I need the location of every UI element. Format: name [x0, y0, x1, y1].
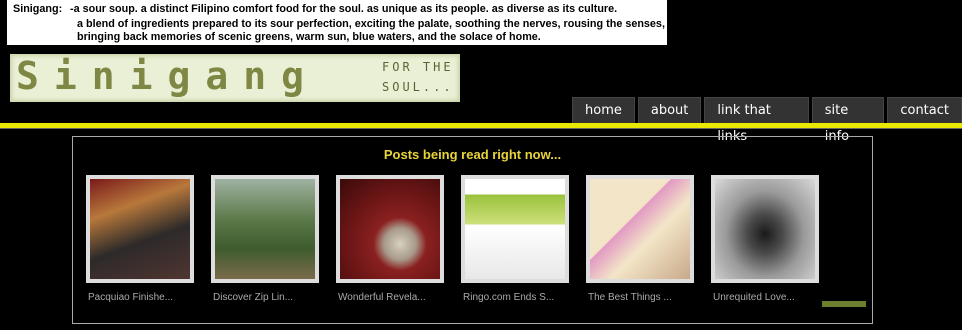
post-title-4[interactable]: Ringo.com Ends S...: [463, 292, 583, 303]
post-thumbnail-6[interactable]: [711, 175, 819, 283]
post-title-1[interactable]: Pacquiao Finishe...: [88, 292, 208, 303]
zipline-photo: [215, 179, 315, 279]
definition-line-2: a blend of ingredients prepared to its s…: [77, 18, 665, 30]
boxer-photo: [90, 179, 190, 279]
nav-home[interactable]: home: [572, 97, 635, 123]
cd-photo: [340, 179, 440, 279]
definition-line-1: -a sour soup. a distinct Filipino comfor…: [70, 3, 618, 15]
post-title-3[interactable]: Wonderful Revela...: [338, 292, 458, 303]
post-title-2[interactable]: Discover Zip Lin...: [213, 292, 333, 303]
logo-subtitle: FOR THE SOUL...: [382, 60, 454, 94]
definition-line-3: bringing back memories of scenic greens,…: [77, 31, 541, 43]
nav-site-info[interactable]: site info: [811, 97, 885, 144]
nav-contact[interactable]: contact: [887, 97, 962, 123]
post-thumbnail-5[interactable]: [586, 175, 694, 283]
site-logo[interactable]: Sinigang FOR THE SOUL...: [10, 54, 460, 102]
post-title-6[interactable]: Unrequited Love...: [713, 292, 833, 303]
website-screenshot: [465, 179, 565, 279]
divider-shadow: [0, 128, 962, 129]
filipina-illustration: [590, 179, 690, 279]
popular-posts-widget: Posts being read right now... Pacquiao F…: [72, 136, 873, 324]
definition-banner: Sinigang: -a sour soup. a distinct Filip…: [7, 0, 667, 45]
logo-title: Sinigang: [16, 54, 320, 98]
main-nav: home about link that links site info con…: [572, 97, 962, 144]
nav-link-that-links[interactable]: link that links: [704, 97, 809, 144]
post-thumbnail-3[interactable]: [336, 175, 444, 283]
widget-heading: Posts being read right now...: [383, 147, 562, 162]
silhouette-photo: [715, 179, 815, 279]
widget-brand-logo[interactable]: [822, 301, 866, 307]
nav-about[interactable]: about: [637, 97, 702, 123]
post-thumbnail-1[interactable]: [86, 175, 194, 283]
post-thumbnail-2[interactable]: [211, 175, 319, 283]
definition-term: Sinigang:: [13, 3, 63, 15]
post-thumbnail-4[interactable]: [461, 175, 569, 283]
post-title-5[interactable]: The Best Things ...: [588, 292, 708, 303]
